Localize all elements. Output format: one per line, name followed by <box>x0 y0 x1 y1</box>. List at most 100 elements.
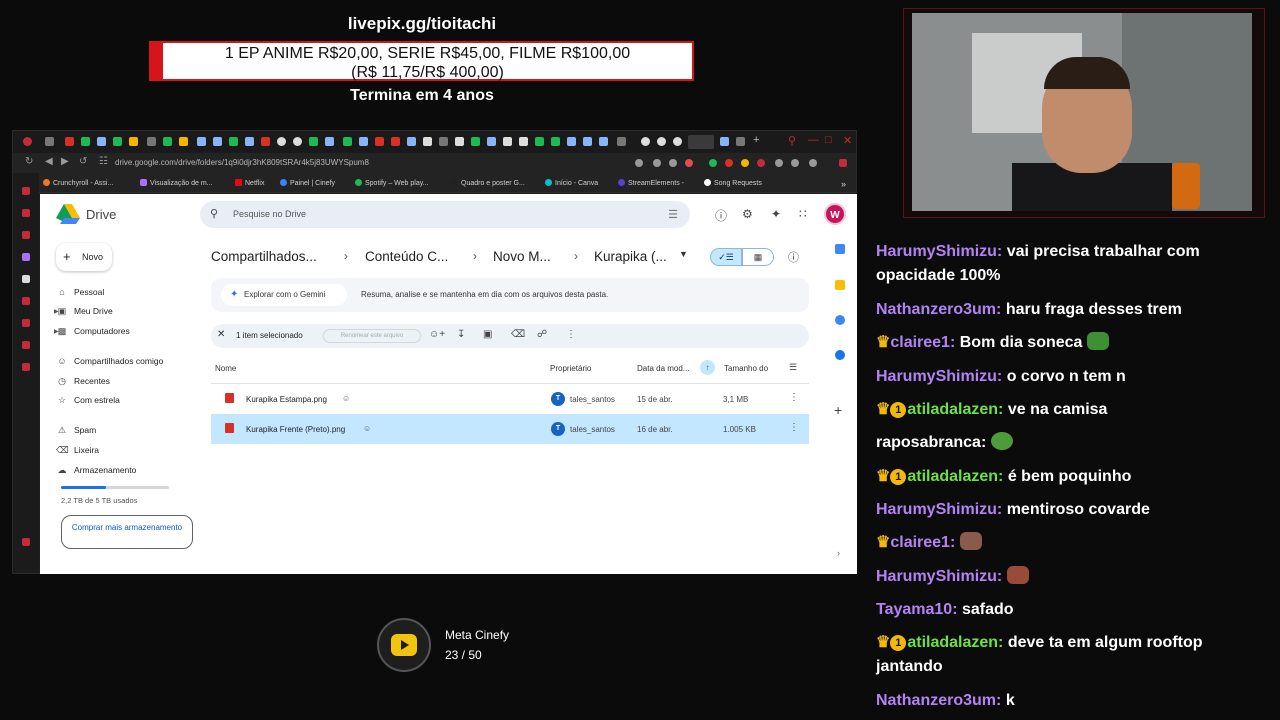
chevron-down-icon[interactable]: ▼ <box>679 249 688 259</box>
tab-icon[interactable] <box>519 137 528 146</box>
bookmark-spotify[interactable]: Spotify – Web play... <box>355 179 429 187</box>
nav-item-computadores[interactable]: ▩ Computadores <box>56 326 130 341</box>
tab-icon[interactable] <box>343 137 352 146</box>
tab-icon[interactable] <box>129 137 138 146</box>
url-field[interactable]: drive.google.com/drive/folders/1q9i0djr3… <box>115 158 369 167</box>
nav-item-armazenamento[interactable]: ☁ Armazenamento <box>56 465 137 480</box>
add-addon-icon[interactable]: + <box>834 402 842 418</box>
tab-icon[interactable] <box>277 137 286 146</box>
chat-username[interactable]: Nathanzero3um: <box>876 301 1001 318</box>
extension-icon[interactable] <box>669 159 677 167</box>
bookmark-twitch[interactable]: Visualização de m... <box>140 179 213 187</box>
tab-icon[interactable] <box>423 137 432 146</box>
twitch-icon[interactable] <box>22 253 30 261</box>
breadcrumb-item[interactable]: Conteúdo C... <box>365 249 448 264</box>
calendar-icon[interactable] <box>835 244 845 254</box>
tab-icon[interactable] <box>23 137 32 146</box>
refresh-icon[interactable]: ↺ <box>79 156 87 167</box>
tab-icon[interactable] <box>45 137 54 146</box>
side-panel-icon[interactable] <box>22 187 30 195</box>
minimize-icon[interactable]: — <box>808 134 819 146</box>
explore-gemini-button[interactable]: ✦ Explorar com o Gemini <box>221 284 347 306</box>
side-panel-icon[interactable] <box>22 297 30 305</box>
side-panel-icon[interactable] <box>22 341 30 349</box>
tab-icon[interactable] <box>325 137 334 146</box>
tab-icon[interactable] <box>197 137 206 146</box>
bookmark-netflix[interactable]: Netflix <box>235 179 264 187</box>
tab-icon[interactable] <box>213 137 222 146</box>
tab-icon[interactable] <box>567 137 576 146</box>
tasks-icon[interactable] <box>835 315 845 325</box>
bookmark-star-icon[interactable] <box>635 159 643 167</box>
tab-icon[interactable] <box>599 137 608 146</box>
info-icon[interactable]: ⓘ <box>788 249 799 265</box>
forward-icon[interactable]: ▶ <box>61 156 69 167</box>
tab-icon[interactable] <box>720 137 729 146</box>
column-header-name[interactable]: Nome <box>215 364 236 373</box>
tab-icon[interactable] <box>359 137 368 146</box>
link-icon[interactable]: ☍ <box>537 329 547 340</box>
chat-username[interactable]: Nathanzero3um: <box>876 692 1001 709</box>
tab-icon[interactable] <box>97 137 106 146</box>
bookmarks-overflow-icon[interactable]: » <box>841 179 846 189</box>
bookmark-canva[interactable]: Início - Canva <box>545 179 598 187</box>
sort-options-icon[interactable]: ☰ <box>789 362 797 373</box>
tab-icon[interactable] <box>113 137 122 146</box>
extension-icon[interactable] <box>757 159 765 167</box>
tab-icon[interactable] <box>455 137 464 146</box>
more-vert-icon[interactable]: ⋮ <box>789 392 799 403</box>
extension-icon[interactable] <box>791 159 799 167</box>
chat-username[interactable]: HarumyShimizu: <box>876 243 1002 260</box>
tab-icon[interactable] <box>147 137 156 146</box>
chat-username[interactable]: Tayama10: <box>876 601 958 618</box>
bookmark-streamelements[interactable]: StreamElements - <box>618 179 684 187</box>
menu-icon[interactable] <box>839 159 847 167</box>
buy-storage-button[interactable]: Comprar mais armazenamento <box>61 515 193 549</box>
new-tab-icon[interactable]: + <box>753 134 759 146</box>
trash-icon[interactable]: ⌫ <box>511 329 525 340</box>
side-panel-icon[interactable] <box>22 363 30 371</box>
table-row[interactable]: Kurapika Estampa.png ☺ T tales_santos 15… <box>211 384 809 414</box>
gemini-icon[interactable]: ✦ <box>771 207 781 221</box>
chat-username[interactable]: clairee1: <box>890 334 955 351</box>
back-icon[interactable]: ◀ <box>45 156 53 167</box>
tab-icon[interactable] <box>179 137 188 146</box>
apps-grid-icon[interactable]: ∷ <box>799 207 807 221</box>
nav-item-meu-drive[interactable]: ▣ Meu Drive <box>56 306 113 321</box>
extension-icon[interactable] <box>725 159 733 167</box>
nav-item-spam[interactable]: ⚠ Spam <box>56 425 96 440</box>
column-header-modified[interactable]: Data da mod... <box>637 364 689 373</box>
help-icon[interactable]: ⓘ <box>715 207 727 224</box>
extension-icon[interactable] <box>685 159 693 167</box>
rename-input[interactable]: Renomear este arquivo <box>323 329 421 343</box>
chat-username[interactable]: atiladalazen: <box>907 468 1003 485</box>
chat-username[interactable]: clairee1: <box>890 534 955 551</box>
tab-strip[interactable]: + ⚲ — □ ✕ <box>13 131 856 153</box>
chat-username[interactable]: atiladalazen: <box>907 634 1003 651</box>
download-icon[interactable]: ↧ <box>457 329 465 340</box>
extension-icon[interactable] <box>809 159 817 167</box>
more-vert-icon[interactable]: ⋮ <box>789 422 799 433</box>
search-box[interactable]: ⚲ Pesquise no Drive ☰ <box>200 201 690 228</box>
side-panel-icon[interactable] <box>22 319 30 327</box>
tab-icon[interactable] <box>293 137 302 146</box>
side-panel-icon[interactable] <box>22 231 30 239</box>
clear-selection-icon[interactable]: ✕ <box>217 329 225 340</box>
search-tabs-icon[interactable]: ⚲ <box>788 134 796 147</box>
tab-icon[interactable] <box>163 137 172 146</box>
bookmark-song-requests[interactable]: Song Requests <box>704 179 762 187</box>
breadcrumb-item[interactable]: Novo M... <box>493 249 551 264</box>
x-icon[interactable] <box>22 275 30 283</box>
search-input[interactable]: Pesquise no Drive <box>233 209 306 219</box>
nav-item-lixeira[interactable]: ⌫ Lixeira <box>56 445 99 460</box>
maximize-icon[interactable]: □ <box>825 134 832 146</box>
tab-icon[interactable] <box>65 137 74 146</box>
tab-icon[interactable] <box>439 137 448 146</box>
tab-icon[interactable] <box>407 137 416 146</box>
tab-icon[interactable] <box>641 137 650 146</box>
list-view-toggle[interactable]: ✓☰ <box>710 248 742 266</box>
reload-icon[interactable]: ↻ <box>25 156 33 167</box>
tab-icon[interactable] <box>471 137 480 146</box>
tab-icon[interactable] <box>309 137 318 146</box>
chat-username[interactable]: HarumyShimizu: <box>876 501 1002 518</box>
